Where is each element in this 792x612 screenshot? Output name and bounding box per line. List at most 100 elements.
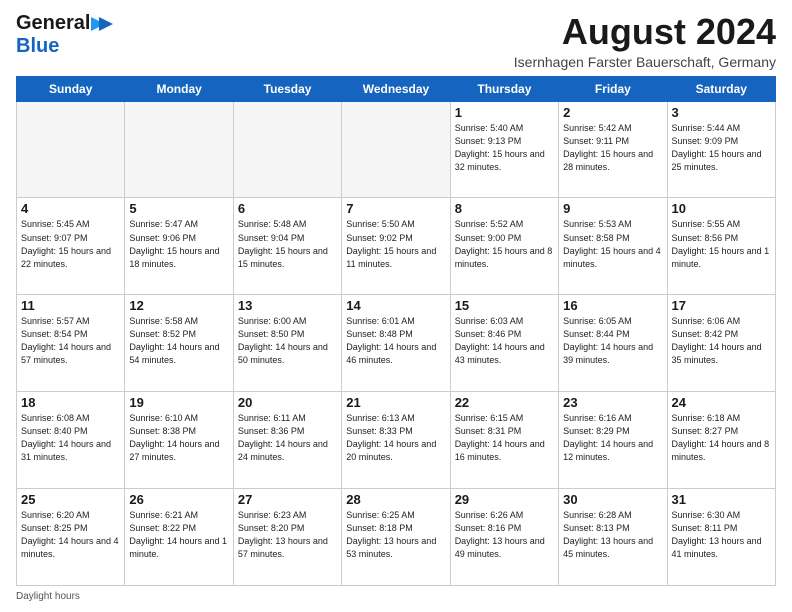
day-number: 15 <box>455 298 554 313</box>
calendar-week-row: 25 Sunrise: 6:20 AMSunset: 8:25 PMDayligh… <box>17 489 776 586</box>
logo: General Blue <box>16 12 113 58</box>
day-number: 12 <box>129 298 228 313</box>
day-number: 22 <box>455 395 554 410</box>
table-row: 8 Sunrise: 5:52 AMSunset: 9:00 PMDaylight… <box>450 198 558 295</box>
table-row: 6Sunrise: 5:48 AMSunset: 9:04 PMDaylight… <box>233 198 341 295</box>
table-row <box>17 101 125 198</box>
day-info: Sunrise: 6:05 AMSunset: 8:44 PMDaylight:… <box>563 315 662 367</box>
table-row: 7 Sunrise: 5:50 AMSunset: 9:02 PMDaylight… <box>342 198 450 295</box>
calendar-week-row: 4Sunrise: 5:45 AMSunset: 9:07 PMDaylight… <box>17 198 776 295</box>
table-row: 31Sunrise: 6:30 AMSunset: 8:11 PMDayligh… <box>667 489 775 586</box>
day-number: 9 <box>563 201 662 216</box>
day-info: Sunrise: 5:50 AMSunset: 9:02 PMDaylight:… <box>346 218 445 270</box>
day-number: 29 <box>455 492 554 507</box>
table-row: 3 Sunrise: 5:44 AMSunset: 9:09 PMDaylight… <box>667 101 775 198</box>
day-info: Sunrise: 6:15 AMSunset: 8:31 PMDaylight:… <box>455 412 554 464</box>
month-title: August 2024 <box>514 12 776 52</box>
page: General Blue August 2024 Isernhagen Fars… <box>0 0 792 612</box>
day-number: 21 <box>346 395 445 410</box>
day-info: Sunrise: 6:03 AMSunset: 8:46 PMDaylight:… <box>455 315 554 367</box>
col-wednesday: Wednesday <box>342 76 450 101</box>
table-row: 17 Sunrise: 6:06 AMSunset: 8:42 PMDayligh… <box>667 295 775 392</box>
day-info: Sunrise: 5:55 AMSunset: 8:56 PMDaylight:… <box>672 218 771 270</box>
col-monday: Monday <box>125 76 233 101</box>
col-thursday: Thursday <box>450 76 558 101</box>
calendar-week-row: 18 Sunrise: 6:08 AMSunset: 8:40 PMDayligh… <box>17 392 776 489</box>
table-row: 11 Sunrise: 5:57 AMSunset: 8:54 PMDayligh… <box>17 295 125 392</box>
day-number: 3 <box>672 105 771 120</box>
table-row: 14 Sunrise: 6:01 AMSunset: 8:48 PMDayligh… <box>342 295 450 392</box>
table-row: 24Sunrise: 6:18 AMSunset: 8:27 PMDayligh… <box>667 392 775 489</box>
day-number: 26 <box>129 492 228 507</box>
table-row: 10 Sunrise: 5:55 AMSunset: 8:56 PMDayligh… <box>667 198 775 295</box>
day-info: Sunrise: 5:53 AMSunset: 8:58 PMDaylight:… <box>563 218 662 270</box>
day-number: 11 <box>21 298 120 313</box>
table-row: 22 Sunrise: 6:15 AMSunset: 8:31 PMDayligh… <box>450 392 558 489</box>
day-info: Sunrise: 6:01 AMSunset: 8:48 PMDaylight:… <box>346 315 445 367</box>
table-row <box>233 101 341 198</box>
day-number: 27 <box>238 492 337 507</box>
logo-general: General <box>16 12 90 35</box>
day-info: Sunrise: 5:45 AMSunset: 9:07 PMDaylight:… <box>21 218 120 270</box>
table-row: 2Sunrise: 5:42 AMSunset: 9:11 PMDaylight… <box>559 101 667 198</box>
day-info: Sunrise: 5:40 AMSunset: 9:13 PMDaylight:… <box>455 122 554 174</box>
table-row: 21 Sunrise: 6:13 AMSunset: 8:33 PMDayligh… <box>342 392 450 489</box>
day-info: Sunrise: 6:28 AMSunset: 8:13 PMDaylight:… <box>563 509 662 561</box>
logo-arrow-icon <box>91 15 113 33</box>
header: General Blue August 2024 Isernhagen Fars… <box>16 12 776 70</box>
day-number: 1 <box>455 105 554 120</box>
day-info: Sunrise: 5:44 AMSunset: 9:09 PMDaylight:… <box>672 122 771 174</box>
day-info: Sunrise: 6:21 AMSunset: 8:22 PMDaylight:… <box>129 509 228 561</box>
table-row: 9 Sunrise: 5:53 AMSunset: 8:58 PMDaylight… <box>559 198 667 295</box>
day-number: 17 <box>672 298 771 313</box>
day-info: Sunrise: 6:06 AMSunset: 8:42 PMDaylight:… <box>672 315 771 367</box>
col-friday: Friday <box>559 76 667 101</box>
col-tuesday: Tuesday <box>233 76 341 101</box>
day-info: Sunrise: 6:30 AMSunset: 8:11 PMDaylight:… <box>672 509 771 561</box>
day-number: 8 <box>455 201 554 216</box>
day-info: Sunrise: 6:11 AMSunset: 8:36 PMDaylight:… <box>238 412 337 464</box>
day-number: 30 <box>563 492 662 507</box>
day-info: Sunrise: 6:08 AMSunset: 8:40 PMDaylight:… <box>21 412 120 464</box>
day-info: Sunrise: 5:48 AMSunset: 9:04 PMDaylight:… <box>238 218 337 270</box>
table-row: 1 Sunrise: 5:40 AMSunset: 9:13 PMDaylight… <box>450 101 558 198</box>
table-row: 16 Sunrise: 6:05 AMSunset: 8:44 PMDayligh… <box>559 295 667 392</box>
col-sunday: Sunday <box>17 76 125 101</box>
day-number: 16 <box>563 298 662 313</box>
subtitle: Isernhagen Farster Bauerschaft, Germany <box>514 54 776 70</box>
table-row: 29 Sunrise: 6:26 AMSunset: 8:16 PMDayligh… <box>450 489 558 586</box>
day-info: Sunrise: 6:20 AMSunset: 8:25 PMDaylight:… <box>21 509 120 561</box>
footer: Daylight hours <box>16 591 776 602</box>
day-number: 28 <box>346 492 445 507</box>
table-row: 5Sunrise: 5:47 AMSunset: 9:06 PMDaylight… <box>125 198 233 295</box>
day-number: 23 <box>563 395 662 410</box>
day-number: 18 <box>21 395 120 410</box>
table-row: 4Sunrise: 5:45 AMSunset: 9:07 PMDaylight… <box>17 198 125 295</box>
table-row: 25 Sunrise: 6:20 AMSunset: 8:25 PMDayligh… <box>17 489 125 586</box>
table-row <box>125 101 233 198</box>
day-number: 13 <box>238 298 337 313</box>
day-info: Sunrise: 6:25 AMSunset: 8:18 PMDaylight:… <box>346 509 445 561</box>
day-info: Sunrise: 5:52 AMSunset: 9:00 PMDaylight:… <box>455 218 554 270</box>
calendar-week-row: 1 Sunrise: 5:40 AMSunset: 9:13 PMDaylight… <box>17 101 776 198</box>
table-row: 30 Sunrise: 6:28 AMSunset: 8:13 PMDayligh… <box>559 489 667 586</box>
table-row: 26 Sunrise: 6:21 AMSunset: 8:22 PMDayligh… <box>125 489 233 586</box>
day-number: 25 <box>21 492 120 507</box>
day-info: Sunrise: 6:00 AMSunset: 8:50 PMDaylight:… <box>238 315 337 367</box>
day-info: Sunrise: 6:10 AMSunset: 8:38 PMDaylight:… <box>129 412 228 464</box>
calendar-week-row: 11 Sunrise: 5:57 AMSunset: 8:54 PMDayligh… <box>17 295 776 392</box>
table-row: 15 Sunrise: 6:03 AMSunset: 8:46 PMDayligh… <box>450 295 558 392</box>
day-number: 19 <box>129 395 228 410</box>
day-number: 2 <box>563 105 662 120</box>
day-info: Sunrise: 5:57 AMSunset: 8:54 PMDaylight:… <box>21 315 120 367</box>
day-info: Sunrise: 6:26 AMSunset: 8:16 PMDaylight:… <box>455 509 554 561</box>
table-row: 12Sunrise: 5:58 AMSunset: 8:52 PMDayligh… <box>125 295 233 392</box>
day-number: 10 <box>672 201 771 216</box>
table-row: 28 Sunrise: 6:25 AMSunset: 8:18 PMDayligh… <box>342 489 450 586</box>
table-row: 20Sunrise: 6:11 AMSunset: 8:36 PMDayligh… <box>233 392 341 489</box>
day-number: 14 <box>346 298 445 313</box>
day-number: 7 <box>346 201 445 216</box>
day-info: Sunrise: 6:13 AMSunset: 8:33 PMDaylight:… <box>346 412 445 464</box>
calendar-table: Sunday Monday Tuesday Wednesday Thursday… <box>16 76 776 586</box>
day-number: 5 <box>129 201 228 216</box>
